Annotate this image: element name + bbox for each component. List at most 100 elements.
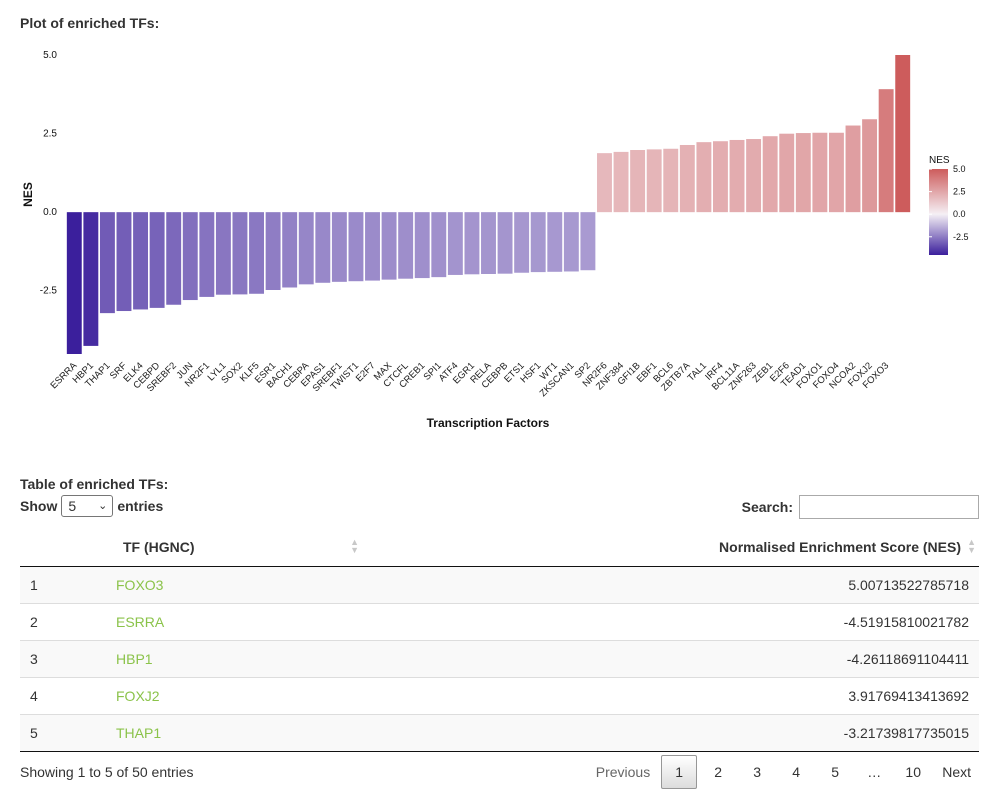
nes-value: -3.21739817735015 <box>362 714 979 752</box>
bar <box>249 212 264 294</box>
y-tick-label: -2.5 <box>40 286 58 297</box>
row-index: 4 <box>20 677 116 715</box>
column-header-tf-label: TF (HGNC) <box>123 539 195 555</box>
y-axis-label: NES <box>21 182 35 207</box>
bar <box>845 125 861 213</box>
tf-link[interactable]: FOXO3 <box>116 566 362 604</box>
row-index: 1 <box>20 566 116 604</box>
bar <box>613 151 629 213</box>
bar <box>298 212 314 285</box>
column-header-tf[interactable]: TF (HGNC) ▲ ▼ <box>116 528 362 567</box>
page-button-10[interactable]: 10 <box>895 755 931 789</box>
bar <box>365 212 380 281</box>
x-axis-label: Transcription Factors <box>427 416 550 430</box>
table-title: Table of enriched TFs: <box>20 476 169 492</box>
search-label: Search: <box>741 499 793 515</box>
search-control: Search: <box>742 495 979 519</box>
row-index: 3 <box>20 640 116 678</box>
table-row: 5 THAP1 -3.21739817735015 <box>20 714 979 752</box>
bar <box>66 212 82 354</box>
bar <box>630 150 646 213</box>
tf-link[interactable]: HBP1 <box>116 640 362 678</box>
legend-tick-label: 2.5 <box>953 187 966 197</box>
bar <box>862 119 878 213</box>
legend-title: NES <box>929 155 950 166</box>
page-button-5[interactable]: 5 <box>817 755 853 789</box>
legend-colorbar <box>929 169 948 255</box>
search-input[interactable] <box>799 495 979 519</box>
bar <box>597 153 612 213</box>
column-header-index <box>20 528 116 567</box>
nes-value: -4.51915810021782 <box>362 603 979 641</box>
bar <box>199 212 215 297</box>
tf-link[interactable]: FOXJ2 <box>116 677 362 715</box>
nes-bar-chart: -2.50.02.55.0ESRRAHBP1THAP1SRFELK4CEBPDS… <box>21 50 969 430</box>
bar <box>530 212 546 273</box>
row-index: 2 <box>20 603 116 641</box>
length-control: Show 5 ⌄ entries <box>20 495 163 517</box>
bar <box>315 212 331 283</box>
page-button-3[interactable]: 3 <box>739 755 775 789</box>
bar <box>348 212 364 282</box>
bar <box>713 141 728 213</box>
legend-tick-label: -2.5 <box>953 232 969 242</box>
bar <box>83 212 99 346</box>
bar <box>431 212 447 278</box>
sort-icon: ▲ ▼ <box>350 537 359 555</box>
entries-select[interactable]: 5 ⌄ <box>61 495 114 517</box>
bar <box>795 133 811 213</box>
table-header-row: TF (HGNC) ▲ ▼ Normalised Enrichment Score… <box>20 528 979 567</box>
bar <box>215 212 231 295</box>
bar <box>447 212 463 275</box>
bar <box>646 149 662 213</box>
bar <box>828 132 844 213</box>
table-row: 3 HBP1 -4.26118691104411 <box>20 640 979 678</box>
page-button-4[interactable]: 4 <box>778 755 814 789</box>
bar <box>381 212 397 280</box>
plot-area: -2.50.02.55.0ESRRAHBP1THAP1SRFELK4CEBPDS… <box>40 50 911 399</box>
pagination: Previous 1 2 3 4 5 … 10 Next <box>585 755 979 789</box>
bar <box>232 212 248 295</box>
bar <box>580 212 596 271</box>
table-row: 4 FOXJ2 3.91769413413692 <box>20 677 979 715</box>
table-info: Showing 1 to 5 of 50 entries <box>20 764 194 780</box>
entries-select-value: 5 <box>68 498 77 514</box>
column-header-nes-label: Normalised Enrichment Score (NES) <box>719 539 961 555</box>
page-button-1[interactable]: 1 <box>661 755 698 789</box>
y-tick-label: 2.5 <box>43 129 57 140</box>
entries-label: entries <box>117 498 164 514</box>
pagination-ellipsis: … <box>867 764 882 780</box>
nes-value: -4.26118691104411 <box>362 640 979 678</box>
y-tick-label: 5.0 <box>43 50 57 61</box>
tf-link[interactable]: THAP1 <box>116 714 362 752</box>
bar <box>812 132 828 213</box>
tf-link[interactable]: ESRRA <box>116 603 362 641</box>
legend-tick-label: 5.0 <box>953 164 966 174</box>
y-tick-label: 0.0 <box>43 207 57 218</box>
bar <box>133 212 149 310</box>
bar <box>497 212 513 274</box>
bar <box>481 212 496 274</box>
bar <box>729 139 745 213</box>
show-label: Show <box>20 498 58 514</box>
next-button[interactable]: Next <box>934 755 979 789</box>
page-button-2[interactable]: 2 <box>700 755 736 789</box>
previous-button[interactable]: Previous <box>588 755 658 789</box>
column-header-nes[interactable]: Normalised Enrichment Score (NES) ▲ ▼ <box>362 528 979 567</box>
nes-value: 5.00713522785718 <box>362 566 979 604</box>
bar <box>679 144 695 213</box>
bar <box>398 212 414 279</box>
bar <box>895 55 911 213</box>
sort-icon: ▲ ▼ <box>967 537 976 555</box>
bar <box>166 212 182 305</box>
table-row: 1 FOXO3 5.00713522785718 <box>20 566 979 604</box>
bar <box>282 212 298 288</box>
chevron-down-icon: ⌄ <box>98 500 108 512</box>
legend-tick-label: 0.0 <box>953 209 966 219</box>
bar <box>563 212 579 272</box>
plot-title: Plot of enriched TFs: <box>20 15 160 31</box>
bar <box>149 212 165 308</box>
bar <box>99 212 115 314</box>
bar <box>331 212 347 282</box>
bar <box>265 212 281 290</box>
